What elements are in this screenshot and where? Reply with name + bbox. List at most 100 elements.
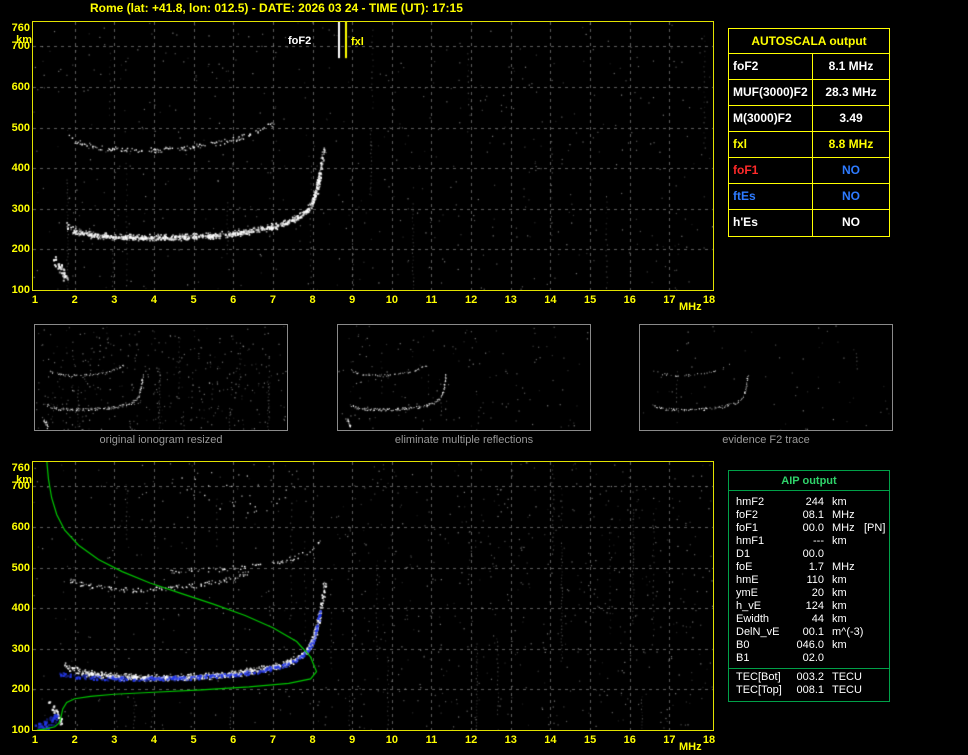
- aip-param-extra: [858, 587, 889, 600]
- aip-param-unit: [824, 548, 858, 561]
- autoscala-table-title: AUTOSCALA output: [729, 29, 889, 54]
- aip-param-value: 008.1: [796, 684, 824, 696]
- thumbnail-eliminate-reflections: [337, 324, 591, 431]
- aip-param-unit: km: [832, 587, 847, 599]
- aip-param-value: 08.1: [802, 509, 824, 521]
- x-tick-label: 5: [190, 294, 197, 306]
- x-tick-label: 8: [309, 734, 316, 746]
- x-tick-label: 2: [71, 294, 78, 306]
- aip-row: TEC[Top] 008.1 TECU: [729, 684, 889, 697]
- aip-separator-line: [729, 668, 889, 669]
- aip-row: foF2 08.1 MHz: [729, 509, 889, 522]
- autoscala-param-value: NO: [842, 163, 860, 177]
- x-tick-label: 7: [269, 734, 276, 746]
- aip-param-extra: [858, 639, 889, 652]
- aip-param-label: B1: [736, 652, 750, 664]
- aip-param-extra: [858, 671, 889, 684]
- y-tick-label: 100: [11, 284, 30, 296]
- x-tick-label: 16: [623, 734, 636, 746]
- aip-param-label: D1: [736, 548, 751, 560]
- aip-param-value: 00.1: [802, 626, 824, 638]
- y-tick-label: 400: [11, 162, 30, 175]
- autoscala-param-label: M(3000)F2: [729, 106, 813, 131]
- autoscala-row: fxl 8.8 MHz: [729, 132, 889, 158]
- aip-param-value: 1.7: [808, 561, 824, 573]
- x-tick-label: 10: [385, 734, 398, 746]
- aip-param-extra: [858, 561, 889, 574]
- autoscala-param-value: NO: [842, 189, 860, 203]
- thumbnail-caption-2: eliminate multiple reflections: [394, 434, 534, 446]
- y-tick-label: 200: [11, 683, 30, 696]
- foF2-marker-label: foF2: [288, 35, 312, 47]
- y-tick-label: 400: [11, 602, 30, 615]
- x-tick-label: 15: [583, 294, 597, 306]
- x-axis-unit-label: MHz: [679, 301, 702, 313]
- autoscala-param-value: 28.3 MHz: [825, 85, 877, 99]
- autoscala-param-label: ftEs: [729, 184, 813, 209]
- aip-param-label: foF1: [736, 522, 759, 534]
- thumbnail-original-ionogram: [34, 324, 288, 431]
- aip-table-rows: hmF2 244 km foF2 08.1 MHz foF1 00.0 MHz [PN] hmF1 -…: [729, 496, 889, 665]
- aip-param-value: 046.0: [796, 639, 824, 651]
- y-tick-label: 500: [11, 121, 30, 134]
- aip-row: B1 02.0: [729, 652, 889, 665]
- aip-param-unit: MHz: [832, 509, 855, 521]
- aip-param-label: TEC[Top]: [736, 684, 782, 696]
- autoscala-param-label: foF2: [729, 54, 813, 79]
- aip-param-extra: [858, 600, 889, 613]
- aip-param-extra: [858, 548, 889, 561]
- autoscala-param-value: 8.8 MHz: [828, 137, 874, 151]
- aip-param-value: 00.0: [802, 548, 824, 560]
- aip-row: hmF2 244 km: [729, 496, 889, 509]
- x-tick-label: 4: [150, 294, 157, 306]
- y-tick-label: 760: [11, 462, 30, 474]
- aip-row: TEC[Bot] 003.2 TECU: [729, 671, 889, 684]
- y-tick-label: 760: [11, 22, 30, 34]
- x-tick-label: 17: [663, 294, 676, 306]
- aip-param-value: 02.0: [802, 652, 824, 664]
- x-tick-label: 4: [150, 734, 157, 746]
- autoscala-param-label: MUF(3000)F2: [729, 80, 813, 105]
- autoscala-row: foF1 NO: [729, 158, 889, 184]
- aip-param-value: ---: [813, 535, 824, 547]
- aip-tec-rows: TEC[Bot] 003.2 TECU TEC[Top] 008.1 TECU: [729, 671, 889, 697]
- x-tick-label: 14: [544, 734, 557, 746]
- autoscala-param-label: h'Es: [729, 210, 813, 236]
- aip-param-label: hmF2: [736, 496, 765, 508]
- x-tick-label: 2: [71, 734, 78, 746]
- aip-param-unit: km: [832, 600, 847, 612]
- aip-param-value: 003.2: [796, 671, 824, 683]
- restored-ionogram-plot: [32, 461, 714, 731]
- aip-param-unit: km: [832, 535, 847, 547]
- x-tick-label: 12: [465, 294, 478, 306]
- autoscala-row: MUF(3000)F2 28.3 MHz: [729, 80, 889, 106]
- x-tick-label: 15: [583, 734, 597, 746]
- aip-param-label: h_vE: [736, 600, 762, 612]
- x-tick-label: 17: [663, 734, 676, 746]
- autoscala-row: foF2 8.1 MHz: [729, 54, 889, 80]
- aip-param-value: 00.0: [802, 522, 824, 534]
- x-tick-label: 11: [425, 294, 438, 306]
- aip-row: foF1 00.0 MHz [PN]: [729, 522, 889, 535]
- aip-param-unit: km: [832, 496, 847, 508]
- x-tick-label: 13: [504, 294, 517, 306]
- aip-param-value: 20: [811, 587, 824, 599]
- y-tick-label: 100: [11, 724, 30, 736]
- aip-param-label: DelN_vE: [736, 626, 780, 638]
- station-title: Rome (lat: +41.8, lon: 012.5) - DATE: 20…: [90, 1, 463, 15]
- aip-param-label: hmF1: [736, 535, 765, 547]
- x-tick-label: 10: [385, 294, 398, 306]
- aip-param-label: Ewidth: [736, 613, 770, 625]
- x-tick-label: 13: [504, 734, 517, 746]
- aip-param-label: B0: [736, 639, 750, 651]
- autoscala-row: M(3000)F2 3.49: [729, 106, 889, 132]
- x-tick-label: 11: [425, 734, 438, 746]
- y-tick-label: 600: [11, 520, 30, 533]
- x-axis-unit-label: MHz: [679, 741, 702, 753]
- aip-row: hmE 110 km: [729, 574, 889, 587]
- aip-param-extra: [858, 626, 889, 639]
- aip-param-unit: km: [832, 639, 847, 651]
- aip-table-title: AIP output: [729, 471, 889, 491]
- thumbnail-evidence-f2-trace: [639, 324, 893, 431]
- aip-param-extra: [PN]: [864, 522, 886, 534]
